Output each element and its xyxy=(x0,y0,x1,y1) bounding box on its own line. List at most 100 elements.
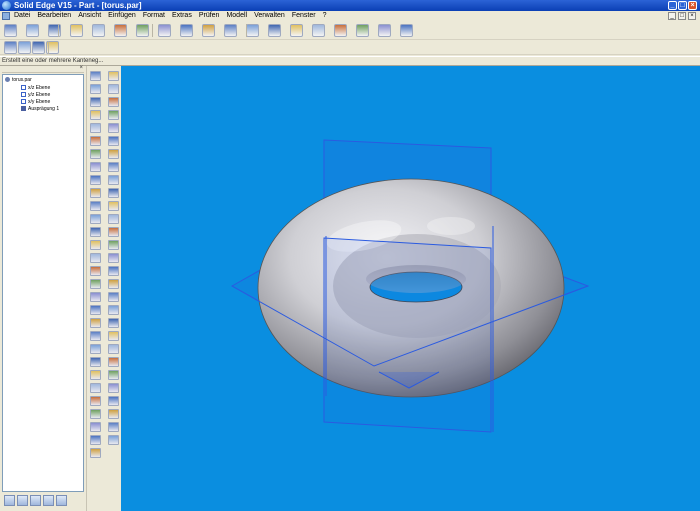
feature-tool-icon[interactable] xyxy=(90,188,101,198)
feature-tool-icon[interactable] xyxy=(90,279,101,289)
rotate-icon[interactable] xyxy=(312,24,325,37)
feature-tool-icon[interactable] xyxy=(90,318,101,328)
redo-icon[interactable] xyxy=(180,24,193,37)
save-icon[interactable] xyxy=(48,24,61,37)
layers-icon[interactable] xyxy=(17,495,28,506)
doc-restore-button[interactable]: □ xyxy=(678,12,686,20)
family-icon[interactable] xyxy=(30,495,41,506)
feature-tool-icon[interactable] xyxy=(90,214,101,224)
sensors-icon[interactable] xyxy=(56,495,67,506)
construction-tool-icon[interactable] xyxy=(108,292,119,302)
construction-tool-icon[interactable] xyxy=(108,175,119,185)
app-icon[interactable] xyxy=(2,1,11,10)
feature-tool-icon[interactable] xyxy=(90,227,101,237)
feature-tool-icon[interactable] xyxy=(90,422,101,432)
copy-icon[interactable] xyxy=(114,24,127,37)
feature-pathfinder-icon[interactable] xyxy=(4,495,15,506)
select-icon[interactable] xyxy=(202,24,215,37)
maximize-button[interactable]: □ xyxy=(678,1,687,10)
feature-tool-icon[interactable] xyxy=(90,357,101,367)
menu-einfuegen[interactable]: Einfügen xyxy=(108,11,136,21)
feature-tool-icon[interactable] xyxy=(90,435,101,445)
construction-tool-icon[interactable] xyxy=(108,422,119,432)
menu-datei[interactable]: Datei xyxy=(14,11,30,21)
construction-tool-icon[interactable] xyxy=(108,162,119,172)
construction-tool-icon[interactable] xyxy=(108,84,119,94)
feature-tool-icon[interactable] xyxy=(90,409,101,419)
construction-tool-icon[interactable] xyxy=(108,279,119,289)
feature-tool-icon[interactable] xyxy=(90,175,101,185)
construction-tool-icon[interactable] xyxy=(108,214,119,224)
feature-tool-icon[interactable] xyxy=(90,84,101,94)
menu-modell[interactable]: Modell xyxy=(226,11,247,21)
tree-node-yz-plane[interactable]: y/z Ebene xyxy=(21,92,50,98)
feature-tool-icon[interactable] xyxy=(90,396,101,406)
undo-icon[interactable] xyxy=(158,24,171,37)
construction-tool-icon[interactable] xyxy=(108,318,119,328)
feature-tool-icon[interactable] xyxy=(90,253,101,263)
construction-tool-icon[interactable] xyxy=(108,305,119,315)
construction-tool-icon[interactable] xyxy=(108,357,119,367)
edgebar-close-icon[interactable]: × xyxy=(79,65,83,71)
construction-tool-icon[interactable] xyxy=(108,149,119,159)
construction-tool-icon[interactable] xyxy=(108,71,119,81)
construction-tool-icon[interactable] xyxy=(108,253,119,263)
feature-library-icon[interactable] xyxy=(43,495,54,506)
feature-tool-icon[interactable] xyxy=(90,149,101,159)
tree-node-xz-plane[interactable]: x/z Ebene xyxy=(21,85,50,91)
fit-icon[interactable] xyxy=(268,24,281,37)
menu-bearbeiten[interactable]: Bearbeiten xyxy=(37,11,71,21)
shade-icon[interactable] xyxy=(334,24,347,37)
feature-tool-icon[interactable] xyxy=(90,305,101,315)
menu-format[interactable]: Format xyxy=(143,11,165,21)
construction-tool-icon[interactable] xyxy=(108,240,119,250)
pan-icon[interactable] xyxy=(290,24,303,37)
construction-tool-icon[interactable] xyxy=(108,344,119,354)
construction-tool-icon[interactable] xyxy=(108,370,119,380)
construction-tool-icon[interactable] xyxy=(108,97,119,107)
feature-tool-icon[interactable] xyxy=(90,162,101,172)
menu-pruefen[interactable]: Prüfen xyxy=(199,11,220,21)
construction-tool-icon[interactable] xyxy=(108,383,119,393)
help-icon[interactable] xyxy=(400,24,413,37)
feature-pathfinder-tree[interactable]: torus.par x/z Ebene y/z Ebene x/y Ebene … xyxy=(2,74,84,492)
feature-tool-icon[interactable] xyxy=(90,370,101,380)
document-icon[interactable] xyxy=(2,12,10,20)
feature-tool-icon[interactable] xyxy=(90,71,101,81)
feature-tool-icon[interactable] xyxy=(90,331,101,341)
construction-tool-icon[interactable] xyxy=(108,201,119,211)
construction-tool-icon[interactable] xyxy=(108,188,119,198)
feature-tool-icon[interactable] xyxy=(90,123,101,133)
feature-tool-icon[interactable] xyxy=(90,97,101,107)
construction-tool-icon[interactable] xyxy=(108,396,119,406)
menu-ansicht[interactable]: Ansicht xyxy=(78,11,101,21)
construction-tool-icon[interactable] xyxy=(108,136,119,146)
menu-extras[interactable]: Extras xyxy=(172,11,192,21)
zoom-area-icon[interactable] xyxy=(224,24,237,37)
select-face-icon[interactable] xyxy=(18,41,31,54)
minimize-button[interactable]: _ xyxy=(668,1,677,10)
menu-fenster[interactable]: Fenster xyxy=(292,11,316,21)
doc-close-button[interactable]: × xyxy=(688,12,696,20)
feature-tool-icon[interactable] xyxy=(90,383,101,393)
tree-node-revolve-feature[interactable]: Ausprägung 1 xyxy=(21,106,59,112)
feature-tool-icon[interactable] xyxy=(90,110,101,120)
feature-tool-icon[interactable] xyxy=(90,201,101,211)
feature-tool-icon[interactable] xyxy=(90,292,101,302)
construction-tool-icon[interactable] xyxy=(108,110,119,120)
open-icon[interactable] xyxy=(26,24,39,37)
doc-minimize-button[interactable]: _ xyxy=(668,12,676,20)
select-tool-icon[interactable] xyxy=(4,41,17,54)
menu-help[interactable]: ? xyxy=(323,11,327,21)
select-edge-icon[interactable] xyxy=(32,41,45,54)
construction-tool-icon[interactable] xyxy=(108,331,119,341)
menu-verwalten[interactable]: Verwalten xyxy=(254,11,285,21)
construction-tool-icon[interactable] xyxy=(108,227,119,237)
feature-tool-icon[interactable] xyxy=(90,448,101,458)
construction-tool-icon[interactable] xyxy=(108,409,119,419)
feature-tool-icon[interactable] xyxy=(90,266,101,276)
zoom-icon[interactable] xyxy=(246,24,259,37)
refplane-front-xz[interactable] xyxy=(323,237,492,433)
feature-tool-icon[interactable] xyxy=(90,240,101,250)
display-icon[interactable] xyxy=(378,24,391,37)
